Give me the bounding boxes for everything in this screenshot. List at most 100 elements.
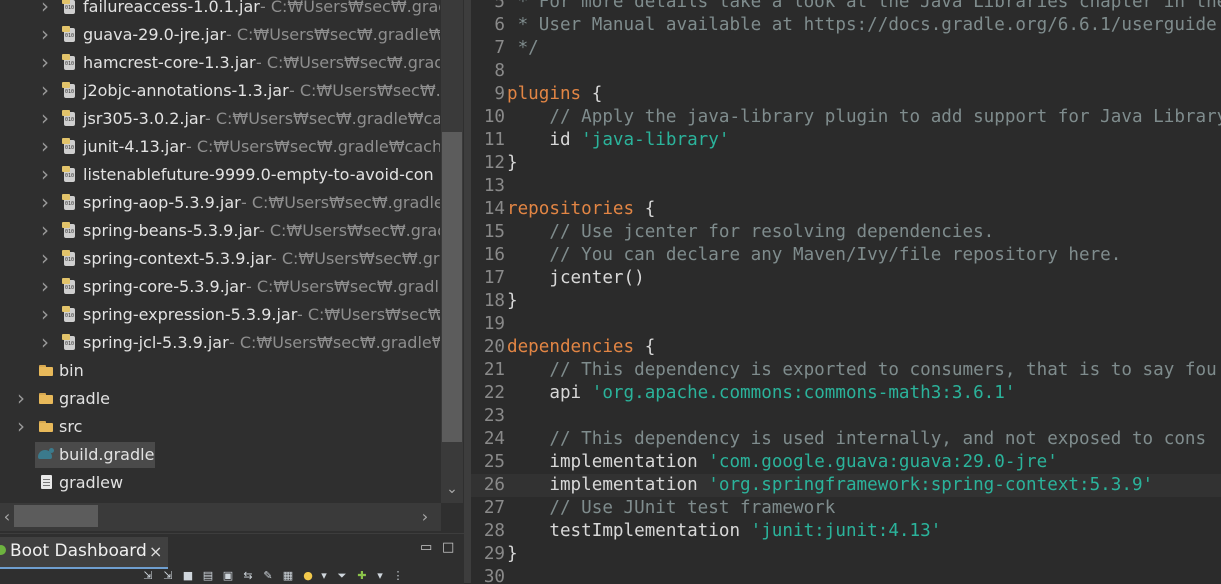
tree-item-path: - C:₩Users₩sec₩.gr [271,249,440,268]
code-line[interactable]: 25 implementation 'com.google.guava:guav… [471,451,1221,474]
tree-item-label: gradle [59,389,110,408]
chevron-down-icon[interactable]: ▾ [318,570,330,582]
tree-item-jar[interactable]: listenablefuture-9999.0-empty-to-avoid-c… [0,161,440,189]
tree-item-jar[interactable]: j2objc-annotations-1.3.jar - C:₩Users₩se… [0,77,440,105]
code-line[interactable]: 21 // This dependency is exported to con… [471,359,1221,382]
code-line[interactable]: 23 [471,405,1221,428]
code-line[interactable]: 20 dependencies { [471,336,1221,359]
code-line[interactable]: 7 */ [471,37,1221,60]
scroll-right-arrow-icon[interactable]: › [418,503,432,531]
tree-item-jar[interactable]: spring-core-5.3.9.jar - C:₩Users₩sec₩.gr… [0,273,440,301]
tree-item-gradlew[interactable]: gradlew [0,469,440,497]
scroll-left-arrow-icon[interactable]: ‹ [0,503,14,531]
tree-item-jar[interactable]: junit-4.13.jar - C:₩Users₩sec₩.gradle₩ca… [0,133,440,161]
stop-icon[interactable]: ■ [182,570,194,582]
code-line[interactable]: 5 * For more details take a look at the … [471,0,1221,14]
chevron-right-icon[interactable] [40,301,50,329]
code-line[interactable]: 16 // You can declare any Maven/Ivy/file… [471,244,1221,267]
code-line[interactable]: 28 testImplementation 'junit:junit:4.13' [471,520,1221,543]
code-line[interactable]: 17 jcenter() [471,267,1221,290]
open-console-icon[interactable]: ▤ [202,570,214,582]
chevron-right-icon[interactable] [16,385,26,413]
tree-item-gradle[interactable]: gradle [0,385,440,413]
close-icon[interactable]: × [149,542,162,561]
code-editor[interactable]: 5 * For more details take a look at the … [471,0,1221,583]
tree-item-jar[interactable]: hamcrest-core-1.3.jar - C:₩Users₩sec₩.gr… [0,49,440,77]
tab-boot-dashboard[interactable]: Boot Dashboard × [0,537,168,569]
tree-item-jar[interactable]: spring-expression-5.3.9.jar - C:₩Users₩s… [0,301,440,329]
code-line[interactable]: 10 // Apply the java-library plugin to a… [471,106,1221,129]
lightbulb-icon[interactable]: ● [302,570,314,582]
code-line[interactable]: 30 [471,566,1221,583]
code-line[interactable]: 11 id 'java-library' [471,129,1221,152]
code-token-text: implementation [507,452,709,472]
scrollbar-thumb[interactable] [14,505,98,527]
code-line[interactable]: 18} [471,290,1221,313]
relaunch-icon[interactable]: ⇲ [142,570,154,582]
scroll-down-arrow-icon[interactable]: ⌄ [441,475,463,503]
chevron-right-icon[interactable] [40,49,50,77]
horizontal-scrollbar[interactable]: ‹ › [0,503,441,531]
link-icon[interactable]: ⇆ [242,570,254,582]
chevron-right-icon[interactable] [40,189,50,217]
chevron-right-icon[interactable] [40,105,50,133]
code-line[interactable]: 6 * User Manual available at https://doc… [471,14,1221,37]
code-line[interactable]: 24 // This dependency is used internally… [471,428,1221,451]
code-text: // You can declare any Maven/Ivy/file re… [507,244,1121,267]
chevron-right-icon[interactable] [40,329,50,357]
code-token-text: { [581,84,603,104]
maximize-icon[interactable]: □ [442,540,454,555]
code-line[interactable]: 8 [471,60,1221,83]
tree-item-bin[interactable]: bin [0,357,440,385]
chevron-right-icon[interactable] [40,0,50,21]
chevron-right-icon[interactable] [40,161,50,189]
code-token-string: 'org.apache.commons:commons-math3:3.6.1' [591,383,1016,403]
code-line[interactable]: 19 [471,313,1221,336]
code-token-comment: * For more details take a look at the Ja… [517,0,1221,12]
chevron-right-icon[interactable] [16,413,26,441]
code-line[interactable]: 13 [471,175,1221,198]
scrollbar-thumb[interactable] [442,132,462,442]
tree-item-jar[interactable]: jsr305-3.0.2.jar - C:₩Users₩sec₩.gradle₩… [0,105,440,133]
code-token-text: } [507,291,518,311]
tree-item-jar[interactable]: failureaccess-1.0.1.jar - C:₩Users₩sec₩.… [0,0,440,21]
properties-icon[interactable]: ▦ [282,570,294,582]
tree-item-jar[interactable]: guava-29.0-jre.jar - C:₩Users₩sec₩.gradl… [0,21,440,49]
tree-item-label: spring-expression-5.3.9.jar [83,305,298,324]
code-line[interactable]: 27 // Use JUnit test framework [471,497,1221,520]
code-line[interactable]: 22 api 'org.apache.commons:commons-math3… [471,382,1221,405]
code-token-text: implementation [507,475,709,495]
debug-relaunch-icon[interactable]: ⇲ [162,570,174,582]
tree-item-jar[interactable]: spring-context-5.3.9.jar - C:₩Users₩sec₩… [0,245,440,273]
vertical-scrollbar[interactable]: ⌄ [441,0,463,503]
code-text: implementation 'com.google.guava:guava:2… [507,451,1057,474]
tree-item-src[interactable]: src [0,413,440,441]
code-line[interactable]: 26 implementation 'org.springframework:s… [471,474,1221,497]
chevron-right-icon[interactable] [40,77,50,105]
tree-item-jar[interactable]: spring-jcl-5.3.9.jar - C:₩Users₩sec₩.gra… [0,329,440,357]
chevron-right-icon[interactable] [40,245,50,273]
more-icon[interactable]: ⋮ [392,570,404,582]
tree-item-build-gradle[interactable]: build.gradle [0,441,440,469]
tree-item-label: build.gradle [59,445,155,464]
chevron-right-icon[interactable] [40,21,50,49]
code-line[interactable]: 14 repositories { [471,198,1221,221]
open-config-icon[interactable]: ▣ [222,570,234,582]
panel-divider[interactable] [464,0,471,583]
tree-item-jar[interactable]: spring-beans-5.3.9.jar - C:₩Users₩sec₩.g… [0,217,440,245]
code-line[interactable]: 9 plugins { [471,83,1221,106]
code-line[interactable]: 15 // Use jcenter for resolving dependen… [471,221,1221,244]
minimize-icon[interactable]: ▭ [420,540,432,555]
chevron-right-icon[interactable] [40,273,50,301]
chevron-right-icon[interactable] [40,133,50,161]
jar-icon [62,54,77,71]
tree-item-jar[interactable]: spring-aop-5.3.9.jar - C:₩Users₩sec₩.gra… [0,189,440,217]
code-text: // Use jcenter for resolving dependencie… [507,221,994,244]
filter-icon[interactable]: ⏷ [336,570,348,582]
edit-icon[interactable]: ✎ [262,570,274,582]
code-line[interactable]: 12} [471,152,1221,175]
chevron-right-icon[interactable] [40,217,50,245]
view-menu-icon[interactable]: ▾ [374,570,386,582]
add-icon[interactable]: ✚ [356,570,368,582]
code-line[interactable]: 29} [471,543,1221,566]
